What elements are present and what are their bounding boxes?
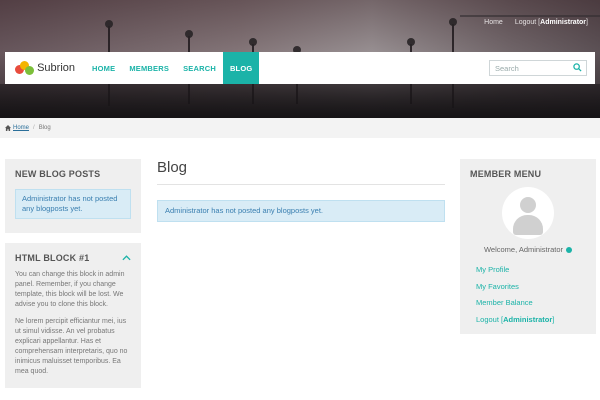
member-menu-panel: MEMBER MENU Welcome, Administrator My Pr… [460,159,596,334]
banner-pier [0,84,600,118]
menu-item-logout[interactable]: Logout [Administrator] [476,312,586,329]
subrion-logo-icon [15,61,34,75]
member-menu-list: My Profile My Favorites Member Balance L… [470,262,586,328]
top-logout-link[interactable]: Logout [Administrator] [515,19,588,26]
breadcrumb-separator: / [33,125,35,131]
search-input[interactable]: Search [489,60,587,76]
breadcrumb-home-link[interactable]: Home [5,125,29,131]
no-posts-alert: Administrator has not posted any blogpos… [157,200,445,222]
member-menu-title: MEMBER MENU [470,169,542,179]
new-blog-posts-panel: NEW BLOG POSTS Administrator has not pos… [5,159,141,233]
menu-item-my-favorites[interactable]: My Favorites [476,279,586,296]
brand-name: Subrion [37,62,75,74]
nav-item-search[interactable]: SEARCH [176,52,223,84]
main-content: Blog Administrator has not posted any bl… [157,159,445,222]
top-links: Home Logout [Administrator] [484,19,588,26]
search-placeholder: Search [495,63,519,73]
main-nav: HOME MEMBERS SEARCH BLOG [85,52,260,84]
html-block-paragraph: You can change this block in admin panel… [15,271,125,308]
search-icon[interactable] [573,63,582,74]
breadcrumb-current: Blog [38,125,51,131]
html-block-header: HTML BLOCK #1 [15,253,131,263]
menu-item-member-balance[interactable]: Member Balance [476,295,586,312]
html-block-panel: HTML BLOCK #1 You can change this block … [5,243,141,388]
home-icon [5,125,11,131]
chevron-up-icon[interactable] [122,253,131,263]
main-navbar: Subrion HOME MEMBERS SEARCH BLOG Search [5,52,595,84]
welcome-text: Welcome, Administrator [470,245,586,254]
html-block-title: HTML BLOCK #1 [15,253,90,263]
html-block-paragraph: Ne lorem percipit efficiantur mei, ius u… [15,318,128,375]
top-home-link[interactable]: Home [484,19,503,26]
brand-logo-link[interactable]: Subrion [5,52,85,84]
new-blog-posts-alert: Administrator has not posted any blogpos… [15,189,131,219]
nav-item-home[interactable]: HOME [85,52,122,84]
gear-icon[interactable] [566,246,573,253]
page-title: Blog [157,159,445,185]
avatar[interactable] [502,187,554,239]
nav-item-members[interactable]: MEMBERS [122,52,176,84]
nav-item-blog[interactable]: BLOG [222,52,260,84]
new-blog-posts-title: NEW BLOG POSTS [15,169,101,179]
top-logout-user: Administrator [540,19,587,26]
breadcrumb: Home / Blog [0,118,600,138]
menu-item-my-profile[interactable]: My Profile [476,262,586,279]
